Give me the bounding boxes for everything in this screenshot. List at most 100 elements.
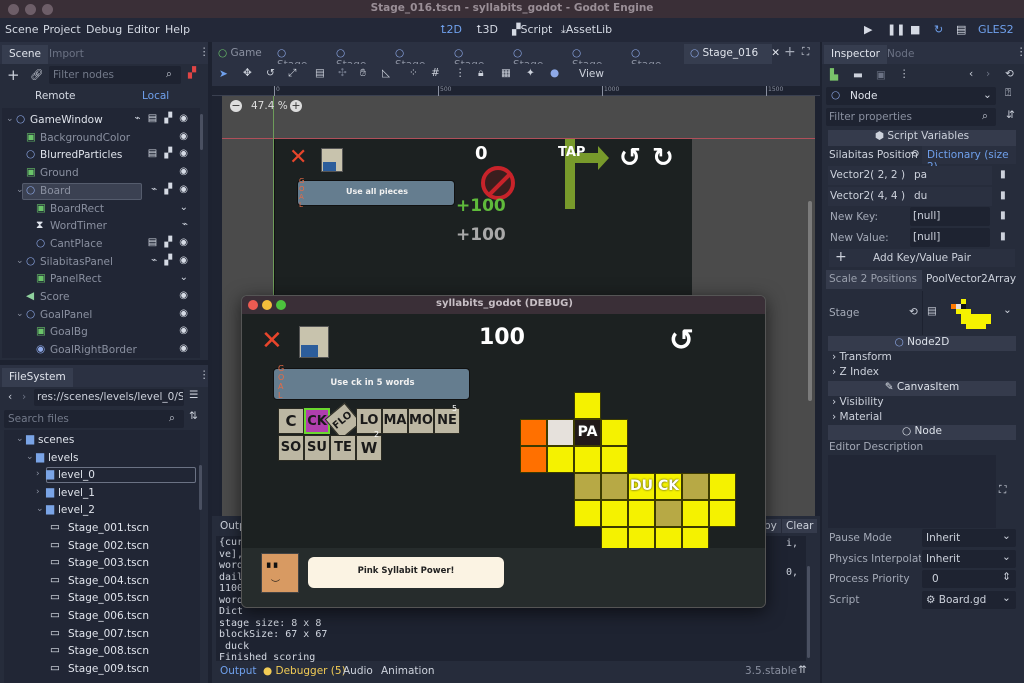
file-tree-scrollbar[interactable] bbox=[199, 465, 202, 510]
tab-node[interactable]: Node bbox=[880, 45, 921, 64]
file-tree-item[interactable]: › ▆ level_1 bbox=[4, 485, 196, 502]
chevron-down-icon[interactable]: ⌄ bbox=[6, 114, 14, 124]
script-variables-section[interactable]: ⬢ Script Variables bbox=[828, 130, 1016, 146]
scale2-positions-value[interactable]: PoolVector2Array ( bbox=[922, 270, 1016, 289]
stage-resource-picker[interactable]: ▤ ⌄ bbox=[922, 291, 1016, 335]
node-indicator-icons[interactable]: ⌁ ▞ ◉ bbox=[151, 184, 190, 195]
editor-description-field[interactable] bbox=[828, 455, 996, 528]
scene-tree-item[interactable]: ○ BlurredParticles ▤ ▞ ◉ bbox=[2, 147, 200, 164]
game-board[interactable]: PA DU CK bbox=[520, 392, 750, 564]
history-back-icon[interactable]: ‹ bbox=[969, 68, 973, 80]
node-indicator-icons[interactable]: ◉ bbox=[179, 290, 190, 301]
chevron-right-icon[interactable]: › bbox=[36, 487, 40, 497]
board-cell[interactable] bbox=[574, 446, 601, 473]
new-key-field[interactable]: [null] bbox=[910, 207, 990, 226]
output-scrollbar[interactable] bbox=[807, 566, 810, 658]
node-indicator-icons[interactable]: ⌄ bbox=[180, 202, 190, 213]
scene-tab[interactable]: ○ Stage_ bbox=[330, 44, 388, 71]
file-tree-item[interactable]: ⌄ ▆ level_2 bbox=[4, 502, 196, 519]
syllable-tile[interactable]: MO bbox=[408, 408, 434, 434]
clear-button[interactable]: Clear bbox=[782, 519, 818, 533]
board-cell[interactable] bbox=[601, 446, 628, 473]
chevron-down-icon[interactable]: ⌄ bbox=[16, 309, 24, 319]
node-indicator-icons[interactable]: ◉ bbox=[179, 325, 190, 336]
type-edit-icon[interactable]: ▮ bbox=[1000, 230, 1006, 242]
board-cell[interactable] bbox=[709, 500, 736, 527]
tab-inspector[interactable]: Inspector bbox=[824, 45, 887, 64]
file-tree-item[interactable]: ▭ Stage_006.tscn bbox=[4, 608, 196, 625]
reload-icon[interactable]: ↻ bbox=[934, 23, 943, 36]
board-cell[interactable] bbox=[628, 500, 655, 527]
revert-icon[interactable]: ⟲ bbox=[909, 306, 918, 318]
scene-tab[interactable]: ○ Stage_ bbox=[271, 44, 329, 71]
board-cell[interactable] bbox=[520, 419, 547, 446]
board-cell[interactable] bbox=[655, 500, 682, 527]
zoom-out-button[interactable]: − bbox=[230, 100, 242, 112]
search-files-input[interactable]: Search files ⌕ bbox=[4, 410, 184, 428]
scene-tree-item[interactable]: ⌄ ○ GameWindow ⌁ ▤ ▞ ◉ bbox=[2, 112, 200, 129]
board-cell[interactable] bbox=[574, 473, 601, 500]
back-icon[interactable]: ‹ bbox=[8, 391, 12, 403]
bone-icon[interactable]: ✦ bbox=[526, 67, 535, 79]
scene-tree-item[interactable]: ⌄ ○ SilabitasPanel ⌁ ▞ ◉ bbox=[2, 254, 200, 271]
node-indicator-icons[interactable]: ◉ bbox=[179, 308, 190, 319]
save-resource-icon[interactable]: ▣ bbox=[876, 69, 886, 81]
lock-icon[interactable]: 🔒︎ bbox=[478, 67, 484, 80]
type-edit-icon[interactable]: ▮ bbox=[1000, 209, 1006, 221]
bottom-tab-debugger[interactable]: ● Debugger (5) bbox=[263, 665, 346, 677]
dict-value-field[interactable]: du bbox=[910, 187, 992, 206]
file-tree-item[interactable]: ▭ Stage_004.tscn bbox=[4, 573, 196, 590]
board-cell[interactable] bbox=[601, 473, 628, 500]
script-select[interactable]: ⚙ Board.gd ⌄ bbox=[922, 591, 1016, 609]
resource-menu-icon[interactable]: ⋮ bbox=[899, 68, 910, 80]
file-tree-item[interactable]: ▭ Stage_009.tscn bbox=[4, 661, 196, 678]
dock-menu-icon[interactable]: ⋮ bbox=[1016, 46, 1024, 58]
distraction-free-icon[interactable]: ⛶ bbox=[802, 46, 809, 59]
file-tree-item[interactable]: ⌄ ▆ scenes bbox=[4, 432, 196, 449]
add-node-button[interactable]: + bbox=[7, 66, 20, 84]
pivot-tool-icon[interactable]: ✣ bbox=[338, 67, 347, 79]
dict-value-field[interactable]: pa bbox=[910, 166, 992, 185]
group-icon[interactable]: ▦ bbox=[501, 67, 511, 79]
zoom-level[interactable]: 47.4 % bbox=[251, 100, 288, 112]
board-cell[interactable] bbox=[601, 419, 628, 446]
rotate-tool-icon[interactable]: ↺ bbox=[266, 67, 275, 79]
select-tool-icon[interactable]: ➤ bbox=[219, 68, 228, 80]
tab-import[interactable]: Import bbox=[42, 45, 91, 64]
workspace-assetlib[interactable]: ⤓AssetLib bbox=[561, 23, 612, 37]
new-value-field[interactable]: [null] bbox=[910, 228, 990, 247]
chevron-right-icon[interactable]: › bbox=[36, 469, 40, 479]
forward-icon[interactable]: › bbox=[22, 391, 26, 403]
split-view-icon[interactable]: ☰ bbox=[189, 389, 198, 401]
board-cell[interactable] bbox=[547, 446, 574, 473]
scene-tab[interactable]: ○ Stage_016 ✕ bbox=[684, 44, 780, 64]
list-select-icon[interactable]: ▤ bbox=[315, 67, 325, 79]
smart-snap-icon[interactable]: ⁘ bbox=[409, 67, 418, 79]
history-icon[interactable]: ⟲ bbox=[1005, 68, 1014, 80]
scene-tree-item[interactable]: ▣ BackgroundColor ◉ bbox=[2, 130, 200, 147]
zoom-in-button[interactable]: + bbox=[290, 100, 302, 112]
workspace-3d[interactable]: ⮤3D bbox=[476, 23, 498, 37]
scene-tab[interactable]: ○ Stage_ bbox=[507, 44, 565, 71]
node-indicator-icons[interactable]: ▤ ▞ ◉ bbox=[148, 237, 190, 248]
scene-tree-scrollbar[interactable] bbox=[200, 114, 203, 150]
syllable-tile[interactable]: TE bbox=[330, 435, 356, 461]
file-tree-item[interactable]: ▭ Stage_005.tscn bbox=[4, 590, 196, 607]
open-docs-icon[interactable]: ⍰ bbox=[1005, 87, 1011, 100]
history-forward-icon[interactable]: › bbox=[986, 68, 990, 80]
scene-tree-item[interactable]: ▣ PanelRect ⌄ bbox=[2, 271, 200, 288]
camera-icon[interactable]: ● bbox=[550, 67, 559, 79]
filter-nodes-input[interactable]: Filter nodes ⌕ bbox=[49, 66, 181, 84]
view-menu[interactable]: View bbox=[579, 68, 604, 80]
scene-tree-item[interactable]: ⌄ ○ Board ⌁ ▞ ◉ bbox=[2, 182, 200, 200]
close-x-icon[interactable]: ✕ bbox=[261, 326, 283, 356]
scene-tree-item[interactable]: ⌄ ○ GoalPanel ◉ bbox=[2, 307, 200, 324]
bottom-tab-audio[interactable]: Audio bbox=[343, 665, 373, 677]
scene-tree-item[interactable]: ▣ BoardRect ⌄ bbox=[2, 201, 200, 218]
scene-tree-item[interactable]: ◀ Score ◉ bbox=[2, 289, 200, 306]
script-filter-icon[interactable]: ▞ bbox=[188, 67, 196, 79]
new-resource-icon[interactable]: ▙ bbox=[830, 69, 838, 81]
sort-icon[interactable]: ⇅ bbox=[189, 410, 198, 422]
visibility-group[interactable]: › Visibility bbox=[832, 396, 884, 408]
viewport-scrollbar[interactable] bbox=[808, 201, 812, 401]
